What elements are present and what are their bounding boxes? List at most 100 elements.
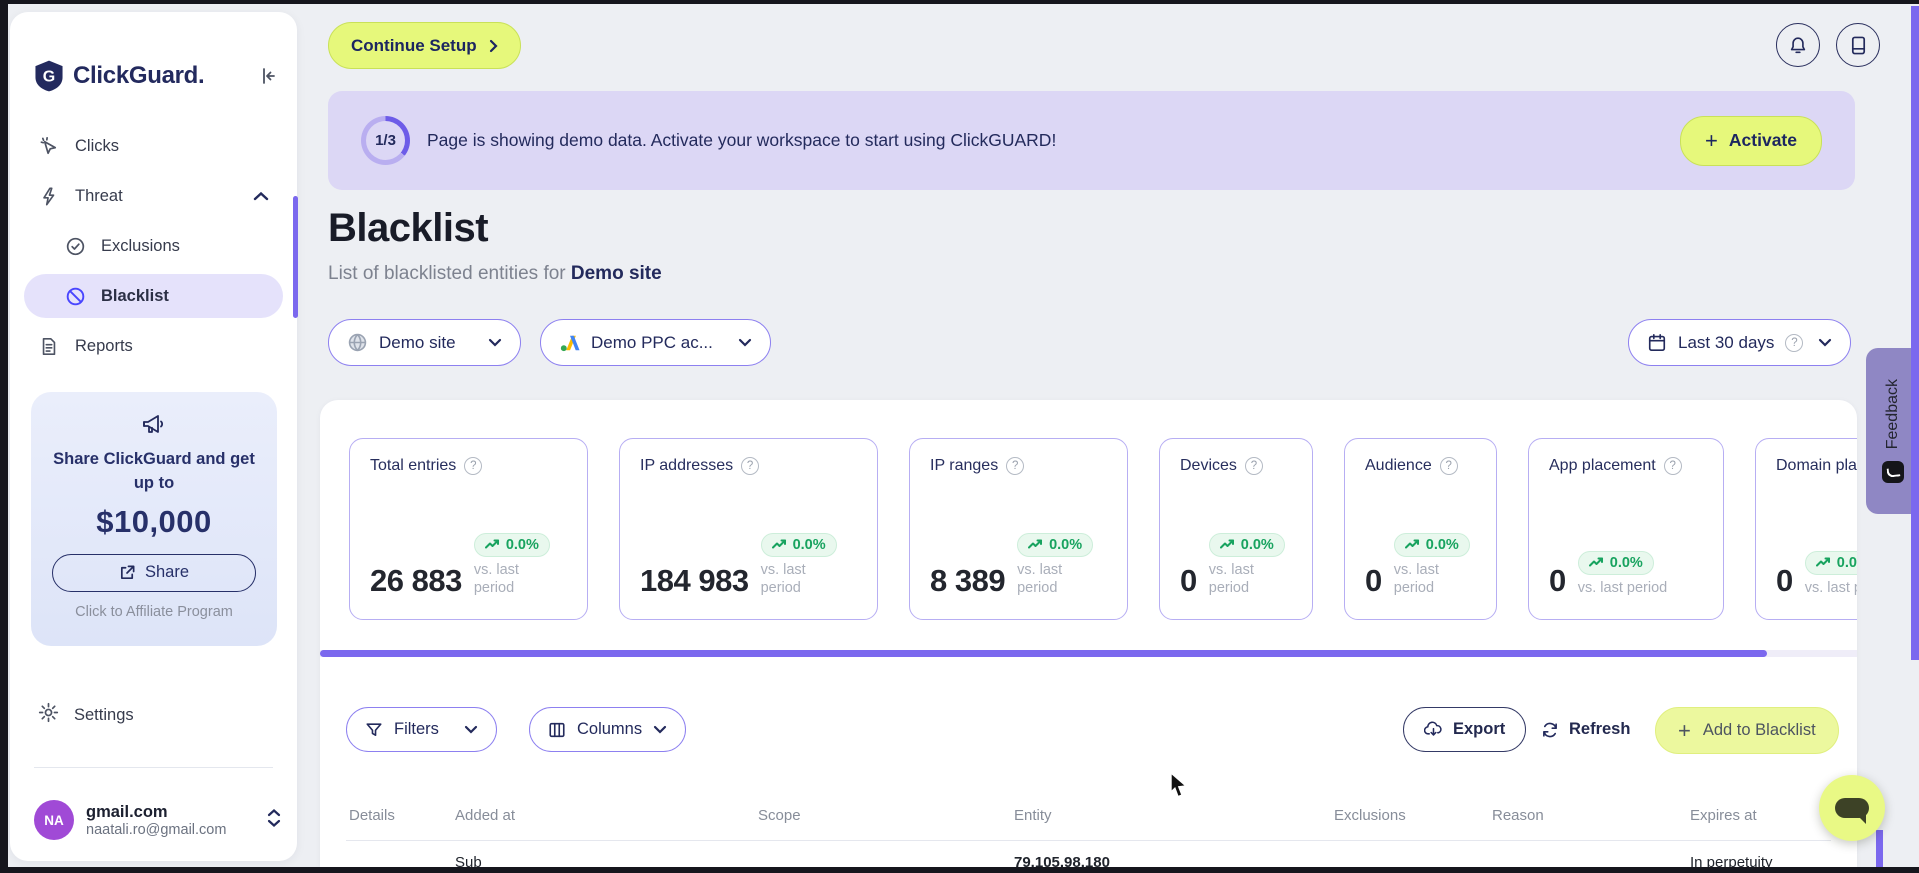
date-range-value: Last 30 days xyxy=(1678,332,1775,352)
columns-button[interactable]: Columns xyxy=(529,707,687,752)
stat-label: Devices xyxy=(1180,457,1237,474)
columns-label: Columns xyxy=(577,720,643,738)
export-label: Export xyxy=(1453,720,1506,738)
window-edge xyxy=(0,0,1919,4)
stat-note: vs. last period xyxy=(473,561,519,596)
sidebar-item-clicks[interactable]: Clicks xyxy=(24,124,283,168)
stat-label: IP ranges xyxy=(930,457,999,474)
sidebar-collapse-icon[interactable] xyxy=(255,63,281,89)
stat-label: App placement xyxy=(1549,457,1656,474)
chevron-down-icon xyxy=(464,725,478,734)
export-button[interactable]: Export xyxy=(1403,707,1527,752)
trend-up-icon xyxy=(484,539,499,549)
promo-amount: $10,000 xyxy=(96,503,212,539)
help-icon[interactable]: ? xyxy=(1006,457,1025,475)
cards-scrollbar[interactable] xyxy=(320,650,1767,657)
subtitle-site-name: Demo site xyxy=(570,263,662,284)
book-icon xyxy=(1851,36,1865,54)
column-header-details[interactable]: Details xyxy=(349,807,395,824)
svg-text:G: G xyxy=(43,69,55,86)
refresh-label: Refresh xyxy=(1569,720,1631,738)
megaphone-icon xyxy=(45,412,263,442)
filters-button[interactable]: Filters xyxy=(346,707,497,752)
continue-setup-button[interactable]: Continue Setup xyxy=(328,22,521,69)
chevron-down-icon xyxy=(488,338,502,347)
column-header-entity[interactable]: Entity xyxy=(1014,807,1052,824)
filter-icon xyxy=(366,722,382,736)
add-to-blacklist-button[interactable]: + Add to Blacklist xyxy=(1655,707,1839,754)
account-switcher[interactable]: NA gmail.com naatali.ro@gmail.com xyxy=(34,792,281,848)
column-header-scope[interactable]: Scope xyxy=(758,807,801,824)
help-icon[interactable]: ? xyxy=(1244,457,1263,475)
affiliate-promo-card: Share ClickGuard and get up to $10,000 S… xyxy=(31,392,277,646)
site-selector[interactable]: Demo site xyxy=(328,319,521,366)
stat-delta: 0.0% xyxy=(1425,536,1459,553)
sidebar-item-label: Exclusions xyxy=(101,236,180,255)
stat-note: vs. last period xyxy=(1577,579,1668,596)
stat-note: vs. last period xyxy=(1393,561,1439,596)
window-edge xyxy=(0,0,8,873)
activate-button[interactable]: + Activate xyxy=(1680,115,1822,166)
column-header-reason[interactable]: Reason xyxy=(1492,807,1544,824)
date-range-selector[interactable]: Last 30 days ? xyxy=(1628,319,1851,366)
trend-up-icon xyxy=(1815,557,1830,567)
stat-delta: 0.0% xyxy=(1049,536,1083,553)
date-help-icon[interactable]: ? xyxy=(1785,333,1804,352)
stat-note: vs. last period xyxy=(1208,561,1254,596)
chevron-down-icon xyxy=(654,725,667,734)
trend-up-icon xyxy=(1219,539,1234,549)
cell-entity: 79.105.98.180 xyxy=(1014,854,1110,867)
docs-button[interactable] xyxy=(1836,23,1880,67)
column-header-expires-at[interactable]: Expires at xyxy=(1690,807,1757,824)
stat-value: 8 389 xyxy=(930,563,1006,598)
badge-check-icon xyxy=(64,235,86,257)
share-button[interactable]: Share xyxy=(52,553,256,592)
trend-up-icon xyxy=(1588,557,1603,567)
user-email: naatali.ro@gmail.com xyxy=(86,822,227,839)
chat-launcher-button[interactable] xyxy=(1819,775,1885,841)
external-link-icon xyxy=(120,565,135,580)
share-button-label: Share xyxy=(144,563,190,582)
plus-icon: + xyxy=(1705,127,1718,153)
sidebar-item-threat[interactable]: Threat xyxy=(24,174,283,218)
stat-label: Total entries xyxy=(370,457,457,474)
logo-text[interactable]: ClickGuard. xyxy=(73,62,205,90)
cloud-download-icon xyxy=(1424,721,1442,736)
refresh-button[interactable]: Refresh xyxy=(1541,707,1630,752)
stat-card-devices: Devices? 0 0.0% vs. last period xyxy=(1159,438,1313,620)
help-icon[interactable]: ? xyxy=(1663,457,1682,475)
help-icon[interactable]: ? xyxy=(741,457,760,475)
help-icon[interactable]: ? xyxy=(464,457,483,475)
cursor-click-icon xyxy=(38,135,60,157)
sidebar-item-exclusions[interactable]: Exclusions xyxy=(24,224,283,268)
sidebar-scrollbar[interactable] xyxy=(293,196,298,318)
stat-card-app-placement: App placement? 0 0.0% vs. last period xyxy=(1528,438,1724,620)
columns-icon xyxy=(549,722,565,737)
ppc-account-selector[interactable]: Demo PPC ac... xyxy=(540,319,771,366)
gear-icon xyxy=(38,702,59,728)
column-header-exclusions[interactable]: Exclusions xyxy=(1334,807,1406,824)
stat-value: 0 xyxy=(1776,563,1793,598)
notifications-button[interactable] xyxy=(1776,23,1820,67)
promo-caption[interactable]: Click to Affiliate Program xyxy=(45,604,263,620)
chevron-up-icon xyxy=(253,187,269,206)
stat-label: Audience xyxy=(1365,457,1432,474)
sidebar-nav: Clicks Threat Exclusions Blacklist Repor… xyxy=(24,124,283,374)
stat-value: 184 983 xyxy=(640,563,749,598)
chevron-updown-icon xyxy=(267,808,281,833)
cell-expires-at: In perpetuity xyxy=(1690,854,1773,867)
setup-progress-step: 1/3 xyxy=(366,121,405,160)
stat-note: vs. last period xyxy=(1017,561,1063,596)
column-header-added-at[interactable]: Added at xyxy=(455,807,515,824)
demo-data-banner: 1/3 Page is showing demo data. Activate … xyxy=(328,91,1855,190)
help-icon[interactable]: ? xyxy=(1439,457,1458,475)
secondary-scrollbar[interactable] xyxy=(1876,830,1883,867)
page-scrollbar[interactable] xyxy=(1911,6,1919,660)
divider xyxy=(346,840,1831,841)
sidebar-item-settings[interactable]: Settings xyxy=(38,702,134,728)
ppc-account-value: Demo PPC ac... xyxy=(591,332,713,352)
continue-setup-label: Continue Setup xyxy=(351,35,477,55)
setup-progress-ring: 1/3 xyxy=(361,116,410,165)
sidebar-item-reports[interactable]: Reports xyxy=(24,324,283,368)
sidebar-item-blacklist[interactable]: Blacklist xyxy=(24,274,283,318)
